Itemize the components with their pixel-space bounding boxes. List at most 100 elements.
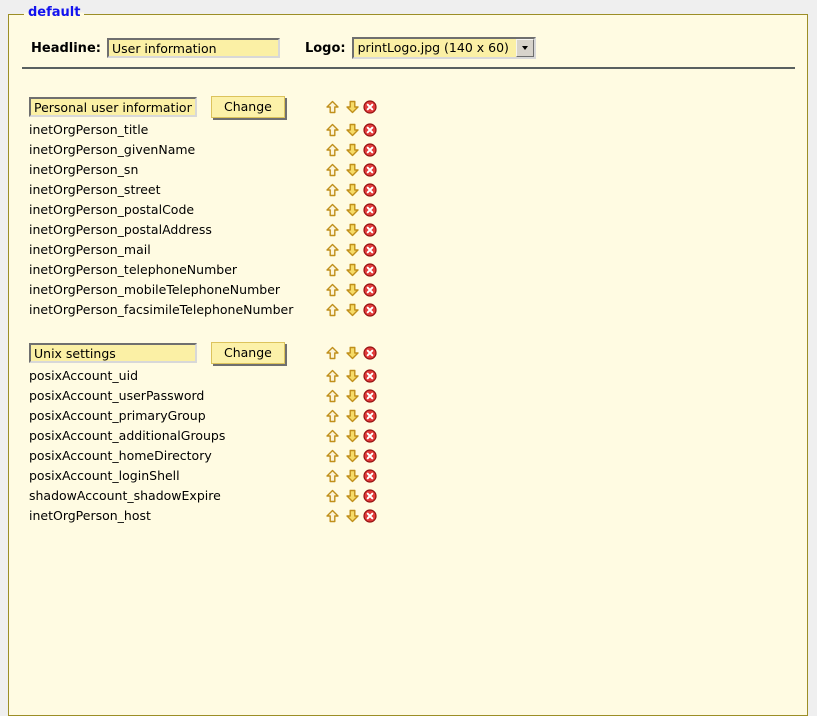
move-up-icon[interactable] xyxy=(325,509,339,523)
move-down-icon[interactable] xyxy=(345,163,359,177)
section-title-input[interactable] xyxy=(29,97,197,117)
delete-icon[interactable] xyxy=(363,429,377,443)
move-up-icon[interactable] xyxy=(325,203,339,217)
move-up-icon[interactable] xyxy=(325,163,339,177)
headline-input[interactable] xyxy=(107,38,280,58)
delete-icon[interactable] xyxy=(363,100,377,114)
field-label: inetOrgPerson_street xyxy=(29,180,161,200)
field-row: posixAccount_userPassword xyxy=(29,386,797,406)
move-up-icon[interactable] xyxy=(325,346,339,360)
delete-icon[interactable] xyxy=(363,409,377,423)
move-down-icon[interactable] xyxy=(345,243,359,257)
move-up-icon[interactable] xyxy=(325,469,339,483)
move-up-icon[interactable] xyxy=(325,283,339,297)
field-label: posixAccount_loginShell xyxy=(29,466,180,486)
delete-icon[interactable] xyxy=(363,163,377,177)
section-title-input[interactable] xyxy=(29,343,197,363)
move-down-icon[interactable] xyxy=(345,223,359,237)
change-button[interactable]: Change xyxy=(211,342,285,364)
dropdown-arrow-button[interactable] xyxy=(516,39,534,57)
field-row: inetOrgPerson_facsimileTelephoneNumber xyxy=(29,300,797,320)
field-label: inetOrgPerson_postalAddress xyxy=(29,220,212,240)
field-row: inetOrgPerson_givenName xyxy=(29,140,797,160)
delete-icon[interactable] xyxy=(363,203,377,217)
move-down-icon[interactable] xyxy=(345,183,359,197)
field-row: posixAccount_uid xyxy=(29,366,797,386)
move-down-icon[interactable] xyxy=(345,389,359,403)
move-down-icon[interactable] xyxy=(345,429,359,443)
row-actions xyxy=(325,489,377,503)
move-up-icon[interactable] xyxy=(325,183,339,197)
row-actions xyxy=(325,183,377,197)
move-down-icon[interactable] xyxy=(345,509,359,523)
logo-label: Logo: xyxy=(305,41,346,56)
move-down-icon[interactable] xyxy=(345,283,359,297)
delete-icon[interactable] xyxy=(363,303,377,317)
field-label: inetOrgPerson_mail xyxy=(29,240,151,260)
move-down-icon[interactable] xyxy=(345,123,359,137)
delete-icon[interactable] xyxy=(363,143,377,157)
move-down-icon[interactable] xyxy=(345,469,359,483)
move-down-icon[interactable] xyxy=(345,263,359,277)
move-up-icon[interactable] xyxy=(325,489,339,503)
delete-icon[interactable] xyxy=(363,469,377,483)
delete-icon[interactable] xyxy=(363,369,377,383)
move-down-icon[interactable] xyxy=(345,203,359,217)
move-down-icon[interactable] xyxy=(345,449,359,463)
field-row: inetOrgPerson_street xyxy=(29,180,797,200)
move-up-icon[interactable] xyxy=(325,303,339,317)
delete-icon[interactable] xyxy=(363,449,377,463)
move-up-icon[interactable] xyxy=(325,369,339,383)
logo-select[interactable]: printLogo.jpg (140 x 60) xyxy=(352,37,536,59)
move-up-icon[interactable] xyxy=(325,143,339,157)
field-row: posixAccount_homeDirectory xyxy=(29,446,797,466)
delete-icon[interactable] xyxy=(363,223,377,237)
section-header-row: Change xyxy=(29,94,797,120)
move-down-icon[interactable] xyxy=(345,143,359,157)
section-header-row: Change xyxy=(29,340,797,366)
move-up-icon[interactable] xyxy=(325,449,339,463)
field-label: inetOrgPerson_facsimileTelephoneNumber xyxy=(29,300,293,320)
move-down-icon[interactable] xyxy=(345,100,359,114)
delete-icon[interactable] xyxy=(363,263,377,277)
delete-icon[interactable] xyxy=(363,183,377,197)
move-down-icon[interactable] xyxy=(345,489,359,503)
delete-icon[interactable] xyxy=(363,346,377,360)
logo-select-value: printLogo.jpg (140 x 60) xyxy=(354,39,516,57)
sections-list: Change inetOrgPerson_title inetOrgPerson… xyxy=(29,94,797,526)
move-up-icon[interactable] xyxy=(325,243,339,257)
row-actions xyxy=(325,303,377,317)
delete-icon[interactable] xyxy=(363,123,377,137)
field-row: inetOrgPerson_postalAddress xyxy=(29,220,797,240)
row-actions xyxy=(325,263,377,277)
field-row: posixAccount_additionalGroups xyxy=(29,426,797,446)
delete-icon[interactable] xyxy=(363,509,377,523)
change-button[interactable]: Change xyxy=(211,96,285,118)
field-row: inetOrgPerson_host xyxy=(29,506,797,526)
row-actions xyxy=(325,223,377,237)
delete-icon[interactable] xyxy=(363,243,377,257)
field-label: posixAccount_primaryGroup xyxy=(29,406,206,426)
move-up-icon[interactable] xyxy=(325,429,339,443)
move-up-icon[interactable] xyxy=(325,409,339,423)
move-up-icon[interactable] xyxy=(325,389,339,403)
move-down-icon[interactable] xyxy=(345,346,359,360)
move-down-icon[interactable] xyxy=(345,303,359,317)
delete-icon[interactable] xyxy=(363,489,377,503)
field-row: inetOrgPerson_sn xyxy=(29,160,797,180)
move-down-icon[interactable] xyxy=(345,369,359,383)
field-row: posixAccount_loginShell xyxy=(29,466,797,486)
field-row: shadowAccount_shadowExpire xyxy=(29,486,797,506)
move-down-icon[interactable] xyxy=(345,409,359,423)
row-actions xyxy=(325,509,377,523)
move-up-icon[interactable] xyxy=(325,263,339,277)
move-up-icon[interactable] xyxy=(325,123,339,137)
field-label: posixAccount_additionalGroups xyxy=(29,426,225,446)
move-up-icon[interactable] xyxy=(325,223,339,237)
field-row: posixAccount_primaryGroup xyxy=(29,406,797,426)
field-row: inetOrgPerson_mail xyxy=(29,240,797,260)
row-actions xyxy=(325,409,377,423)
move-up-icon[interactable] xyxy=(325,100,339,114)
delete-icon[interactable] xyxy=(363,283,377,297)
delete-icon[interactable] xyxy=(363,389,377,403)
